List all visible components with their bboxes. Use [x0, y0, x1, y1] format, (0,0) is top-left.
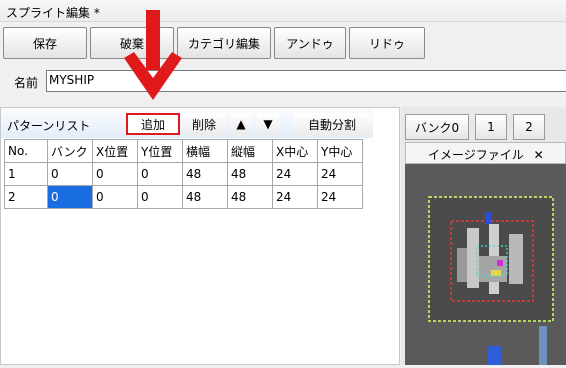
- table-cell[interactable]: 1: [4, 162, 48, 186]
- table-cell[interactable]: 24: [272, 162, 318, 186]
- pattern-list-header: パターンリスト 追加 削除 ▲ ▼ 自動分割: [1, 108, 373, 138]
- column-header-x: X位置: [92, 139, 138, 163]
- table-cell[interactable]: 24: [317, 162, 363, 186]
- image-file-tab-label: イメージファイル: [428, 148, 524, 162]
- column-header-center-x: X中心: [272, 139, 318, 163]
- table-cell[interactable]: 0: [137, 162, 183, 186]
- pattern-list-panel: パターンリスト 追加 削除 ▲ ▼ 自動分割 No. バンク X位置 Y位置 横…: [0, 107, 400, 365]
- table-header-row: No. バンク X位置 Y位置 横幅 縦幅 X中心 Y中心: [4, 139, 363, 163]
- category-edit-button[interactable]: カテゴリ編集: [177, 27, 271, 59]
- table-cell[interactable]: 0: [137, 185, 183, 209]
- column-header-center-y: Y中心: [317, 139, 363, 163]
- column-header-height: 縦幅: [227, 139, 273, 163]
- table-cell[interactable]: 48: [182, 185, 228, 209]
- sprite-tile-part: [539, 326, 547, 365]
- table-cell[interactable]: 0: [92, 162, 138, 186]
- name-label: 名前: [14, 76, 39, 90]
- table-cell[interactable]: 48: [227, 162, 273, 186]
- sprite-canvas[interactable]: [405, 164, 566, 365]
- column-header-width: 横幅: [182, 139, 228, 163]
- column-header-y: Y位置: [137, 139, 183, 163]
- sprite-tile-part: [487, 346, 501, 365]
- auto-split-button[interactable]: 自動分割: [293, 113, 371, 135]
- table-cell[interactable]: 48: [227, 185, 273, 209]
- table-cell[interactable]: 2: [4, 185, 48, 209]
- tab-bank-0[interactable]: バンク0: [405, 114, 469, 140]
- move-down-button[interactable]: ▼: [257, 113, 279, 135]
- table-cell[interactable]: 0: [92, 185, 138, 209]
- delete-pattern-button[interactable]: 削除: [183, 113, 225, 135]
- column-header-no: No.: [4, 139, 48, 163]
- table-row[interactable]: 2 0 0 0 48 48 24 24: [4, 185, 363, 209]
- pattern-list-title: パターンリスト: [7, 119, 91, 133]
- close-icon[interactable]: ✕: [534, 148, 544, 162]
- table-cell[interactable]: 24: [317, 185, 363, 209]
- window-title: スプライト編集 *: [0, 0, 566, 22]
- tab-image-file[interactable]: イメージファイル ✕: [405, 142, 566, 164]
- name-row: 名前 MYSHIP: [0, 64, 566, 100]
- sprite-preview: [428, 196, 554, 365]
- tab-bank-1[interactable]: 1: [475, 114, 507, 140]
- table-cell[interactable]: 48: [182, 162, 228, 186]
- move-up-button[interactable]: ▲: [230, 113, 252, 135]
- tab-bank-2[interactable]: 2: [513, 114, 545, 140]
- table-row[interactable]: 1 0 0 0 48 48 24 24: [4, 162, 363, 186]
- table-cell[interactable]: 0: [47, 162, 93, 186]
- save-button[interactable]: 保存: [3, 27, 87, 59]
- pattern-table: No. バンク X位置 Y位置 横幅 縦幅 X中心 Y中心 1 0 0 0 48…: [4, 139, 363, 209]
- add-pattern-button[interactable]: 追加: [126, 113, 180, 135]
- table-cell[interactable]: 24: [272, 185, 318, 209]
- undo-button[interactable]: アンドゥ: [274, 27, 346, 59]
- selected-table-cell[interactable]: 0: [47, 185, 93, 209]
- down-arrow-icon: [124, 10, 182, 100]
- column-header-bank: バンク: [47, 139, 93, 163]
- toolbar: 保存 破棄 カテゴリ編集 アンドゥ リドゥ: [0, 24, 566, 64]
- bank-panel: バンク0 1 2 イメージファイル ✕: [401, 107, 566, 365]
- redo-button[interactable]: リドゥ: [349, 27, 425, 59]
